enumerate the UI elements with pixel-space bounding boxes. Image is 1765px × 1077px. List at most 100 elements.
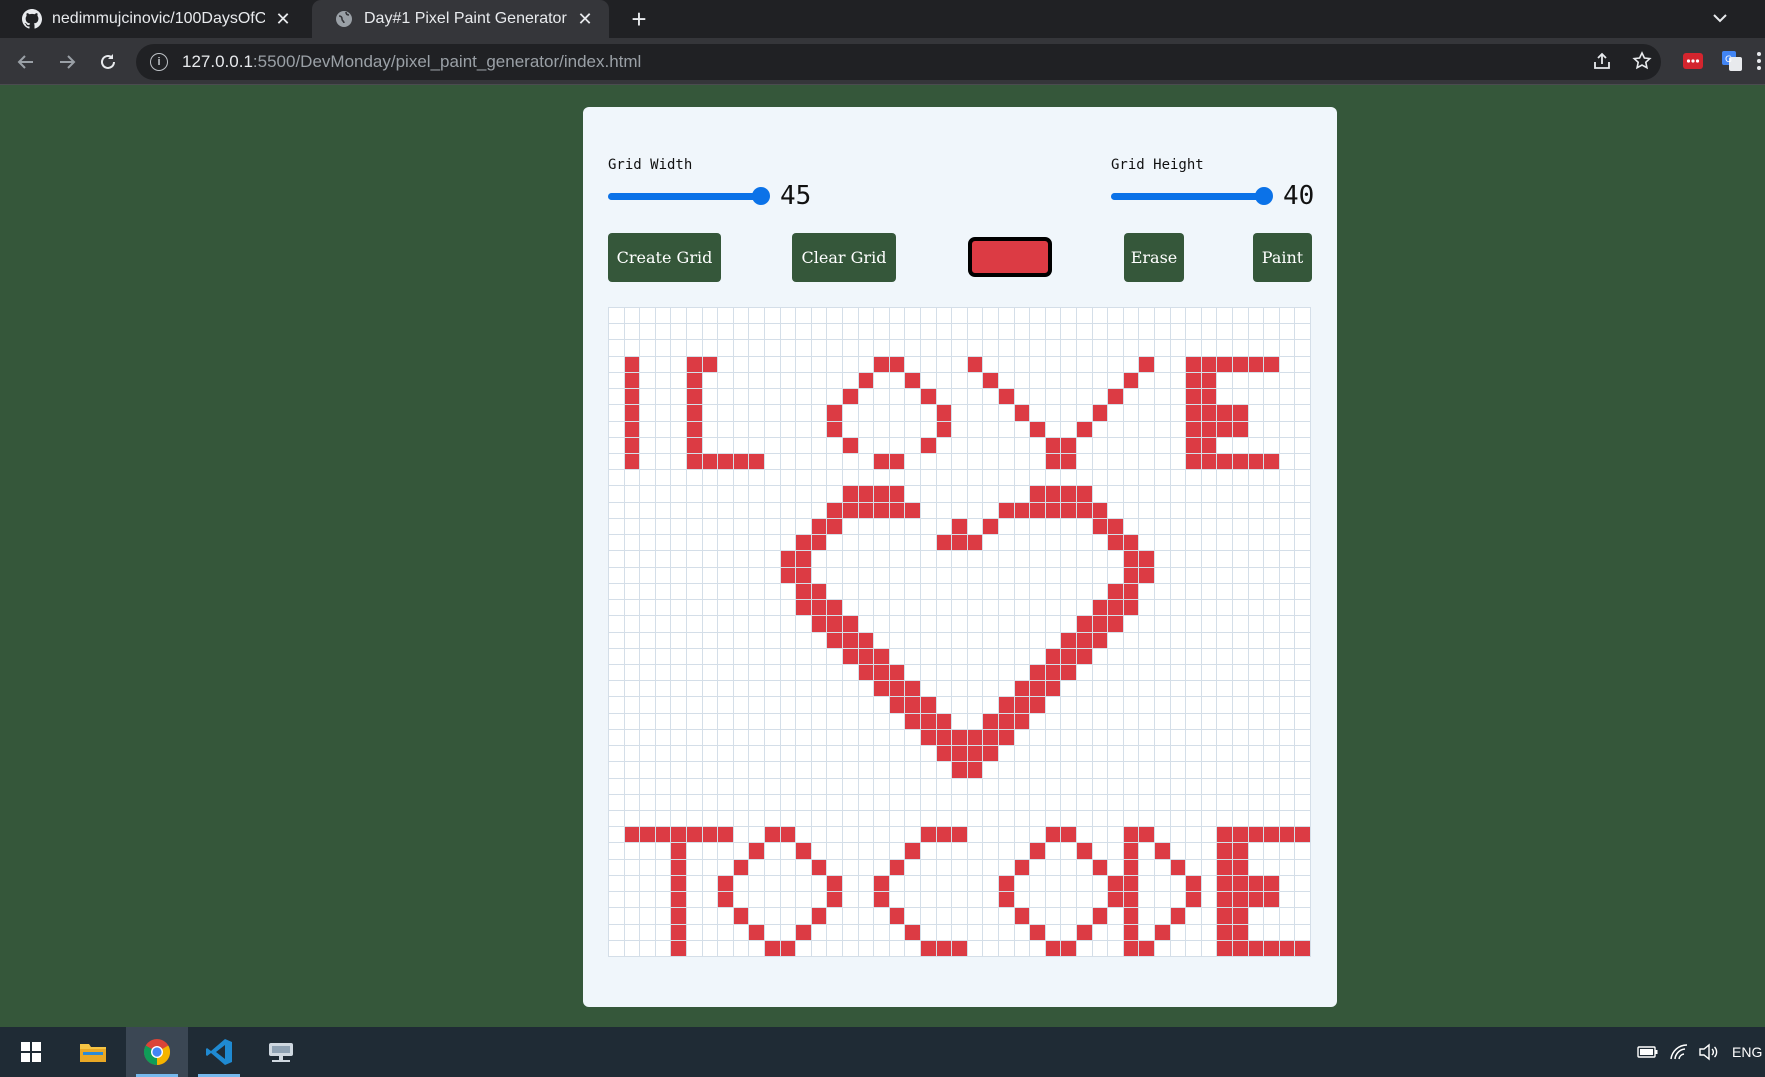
grid-cell[interactable] (1233, 583, 1249, 601)
grid-cell[interactable] (624, 389, 641, 406)
grid-cell[interactable] (905, 892, 921, 909)
grid-cell[interactable] (1279, 502, 1296, 519)
grid-cell[interactable] (702, 778, 719, 795)
grid-cell[interactable] (952, 648, 968, 665)
grid-cell[interactable] (1295, 778, 1311, 795)
paint-button[interactable]: Paint (1253, 233, 1312, 282)
grid-cell[interactable] (749, 762, 765, 779)
grid-cell[interactable] (1186, 454, 1202, 471)
grid-cell[interactable] (655, 859, 672, 876)
grid-cell[interactable] (765, 729, 781, 747)
grid-cell[interactable] (765, 372, 781, 390)
grid-cell[interactable] (967, 810, 984, 828)
grid-cell[interactable] (1045, 940, 1062, 957)
grid-cell[interactable] (1014, 600, 1031, 617)
grid-cell[interactable] (1233, 762, 1249, 779)
grid-cell[interactable] (1061, 794, 1077, 811)
grid-cell[interactable] (765, 746, 781, 763)
grid-cell[interactable] (718, 470, 734, 487)
grid-cell[interactable] (780, 502, 797, 519)
grid-cell[interactable] (858, 859, 875, 876)
grid-cell[interactable] (1233, 405, 1249, 422)
grid-cell[interactable] (874, 470, 890, 487)
grid-cell[interactable] (1201, 778, 1218, 795)
grid-cell[interactable] (843, 535, 859, 552)
grid-cell[interactable] (1170, 470, 1187, 487)
grid-cell[interactable] (843, 372, 859, 390)
grid-cell[interactable] (718, 405, 734, 422)
grid-cell[interactable] (1030, 843, 1046, 860)
grid-cell[interactable] (765, 827, 781, 844)
grid-cell[interactable] (749, 664, 765, 682)
grid-cell[interactable] (671, 518, 687, 536)
grid-cell[interactable] (843, 746, 859, 763)
grid-cell[interactable] (1155, 486, 1171, 503)
grid-cell[interactable] (889, 600, 906, 617)
grid-cell[interactable] (1295, 535, 1311, 552)
grid-cell[interactable] (796, 729, 812, 747)
grid-cell[interactable] (1045, 713, 1062, 730)
grid-cell[interactable] (1248, 389, 1265, 406)
grid-cell[interactable] (655, 454, 672, 471)
grid-cell[interactable] (1139, 778, 1155, 795)
grid-cell[interactable] (1233, 340, 1249, 357)
grid-cell[interactable] (780, 859, 797, 876)
grid-cell[interactable] (1279, 908, 1296, 925)
grid-cell[interactable] (702, 437, 719, 455)
grid-cell[interactable] (1077, 632, 1093, 649)
grid-cell[interactable] (1155, 875, 1171, 893)
grid-cell[interactable] (765, 454, 781, 471)
grid-cell[interactable] (687, 648, 703, 665)
grid-cell[interactable] (843, 600, 859, 617)
grid-cell[interactable] (624, 875, 641, 893)
grid-cell[interactable] (1295, 697, 1311, 714)
grid-cell[interactable] (1092, 713, 1109, 730)
grid-cell[interactable] (936, 470, 953, 487)
grid-cell[interactable] (765, 908, 781, 925)
grid-cell[interactable] (1092, 551, 1109, 568)
grid-cell[interactable] (936, 372, 953, 390)
grid-cell[interactable] (889, 551, 906, 568)
grid-cell[interactable] (1077, 664, 1093, 682)
grid-cell[interactable] (1139, 940, 1155, 957)
grid-cell[interactable] (983, 632, 999, 649)
grid-cell[interactable] (780, 454, 797, 471)
grid-cell[interactable] (655, 405, 672, 422)
grid-cell[interactable] (858, 470, 875, 487)
grid-cell[interactable] (1030, 632, 1046, 649)
grid-cell[interactable] (1155, 616, 1171, 633)
grid-cell[interactable] (1217, 713, 1233, 730)
grid-cell[interactable] (1186, 308, 1202, 325)
grid-cell[interactable] (655, 567, 672, 584)
grid-cell[interactable] (1014, 664, 1031, 682)
grid-cell[interactable] (1014, 356, 1031, 373)
grid-cell[interactable] (905, 681, 921, 698)
grid-cell[interactable] (1155, 583, 1171, 601)
grid-cell[interactable] (1014, 340, 1031, 357)
grid-cell[interactable] (718, 551, 734, 568)
grid-cell[interactable] (796, 827, 812, 844)
grid-cell[interactable] (733, 794, 750, 811)
grid-cell[interactable] (1045, 454, 1062, 471)
grid-cell[interactable] (671, 746, 687, 763)
grid-cell[interactable] (1186, 470, 1202, 487)
grid-cell[interactable] (1217, 940, 1233, 957)
grid-cell[interactable] (1295, 340, 1311, 357)
grid-cell[interactable] (1030, 762, 1046, 779)
grid-cell[interactable] (1264, 340, 1280, 357)
grid-cell[interactable] (609, 762, 625, 779)
grid-cell[interactable] (1061, 648, 1077, 665)
grid-cell[interactable] (1077, 470, 1093, 487)
grid-cell[interactable] (1108, 794, 1124, 811)
grid-cell[interactable] (1139, 405, 1155, 422)
grid-cell[interactable] (1186, 729, 1202, 747)
grid-cell[interactable] (780, 924, 797, 941)
grid-cell[interactable] (702, 664, 719, 682)
grid-cell[interactable] (702, 454, 719, 471)
grid-cell[interactable] (1123, 535, 1140, 552)
grid-cell[interactable] (858, 567, 875, 584)
grid-cell[interactable] (1186, 616, 1202, 633)
grid-cell[interactable] (1201, 340, 1218, 357)
grid-cell[interactable] (1186, 681, 1202, 698)
grid-cell[interactable] (827, 502, 843, 519)
